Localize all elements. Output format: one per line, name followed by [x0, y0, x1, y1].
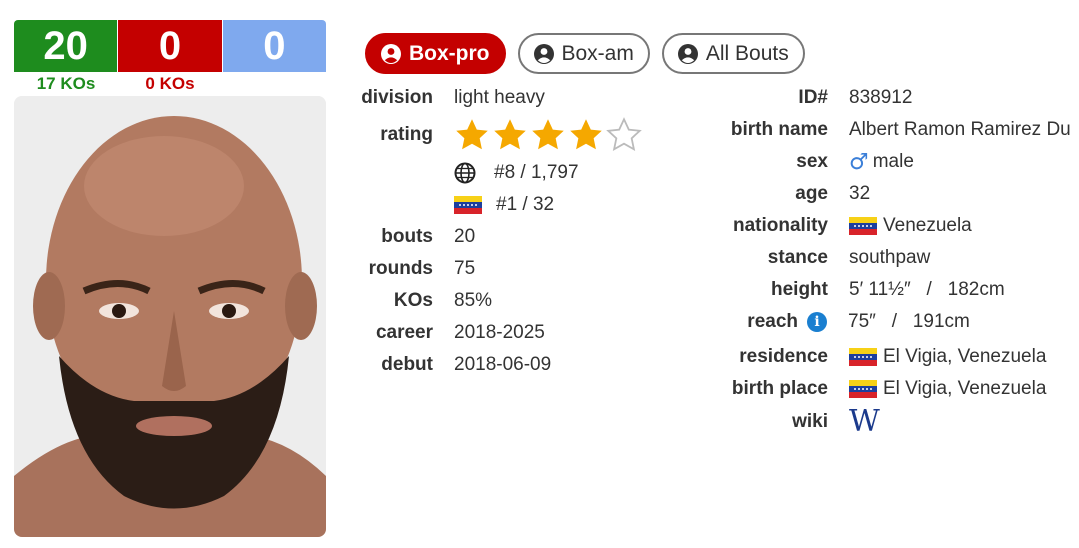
bouts-value: 20	[454, 226, 476, 247]
age-label: age	[795, 183, 828, 204]
star-filled-icon	[456, 119, 488, 150]
rating-label: rating	[380, 124, 433, 145]
birth-place-value: El Vigia, Venezuela	[883, 378, 1047, 399]
draw-kos-empty	[222, 74, 326, 94]
row-rating: rating	[340, 117, 660, 153]
sex-value: male	[872, 151, 914, 172]
row-birth-name: birth name Albert Ramon Ramirez Du	[680, 115, 1079, 145]
male-symbol-icon: ♂	[849, 149, 869, 175]
row-age: age 32	[680, 179, 1079, 209]
age-value: 32	[849, 183, 871, 204]
nationality-value: Venezuela	[883, 215, 972, 236]
win-kos: 17 KOs	[36, 74, 96, 93]
star-empty-icon	[606, 117, 642, 151]
wiki-label: wiki	[792, 411, 828, 432]
ko-summary: 17 KOs 0 KOs	[14, 74, 326, 94]
debut-value: 2018-06-09	[454, 354, 552, 375]
reach-label: reach	[747, 311, 798, 332]
row-rounds: rounds 75	[340, 254, 660, 284]
globe-icon	[454, 162, 476, 184]
height-label: height	[771, 279, 828, 300]
stance-value: southpaw	[849, 247, 931, 268]
birth-name-value: Albert Ramon Ramirez Du	[849, 119, 1071, 140]
stance-label: stance	[767, 247, 828, 268]
info-icon[interactable]: i	[807, 312, 827, 332]
sex-label: sex	[796, 151, 828, 172]
tab-box-am-label: Box-am	[561, 41, 634, 65]
row-division: division light heavy	[340, 83, 660, 113]
row-career: career 2018-2025	[340, 318, 660, 348]
row-height: height 5′ 11½″ / 182cm	[680, 275, 1079, 305]
star-filled-icon	[494, 119, 526, 150]
loss-kos: 0 KOs	[145, 74, 195, 93]
residence-label: residence	[739, 346, 828, 367]
reach-value: 75″ / 191cm	[848, 311, 970, 332]
tab-all-bouts-label: All Bouts	[705, 41, 789, 65]
rating-stars	[454, 117, 644, 153]
tab-box-pro-label: Box-pro	[409, 41, 490, 65]
row-bouts: bouts 20	[340, 222, 660, 252]
career-label: career	[375, 322, 433, 343]
tab-box-am[interactable]: Box-am	[517, 33, 650, 74]
kos-value: 85%	[454, 290, 493, 311]
nationality-label: nationality	[732, 215, 828, 236]
venezuela-flag-icon	[849, 216, 877, 236]
row-birth-place: birth place El Vigia, Venezuela	[680, 374, 1079, 404]
star-filled-icon	[570, 119, 602, 150]
row-country-rank: #1 / 32	[454, 190, 654, 220]
row-world-rank: #8 / 1,797	[454, 158, 654, 188]
losses-count: 0	[117, 20, 223, 72]
row-id: ID# 838912	[680, 83, 1079, 113]
venezuela-flag-icon	[849, 347, 877, 367]
row-sex: sex ♂ male	[680, 147, 1079, 177]
id-value: 838912	[849, 87, 913, 108]
debut-label: debut	[381, 354, 433, 375]
row-stance: stance southpaw	[680, 243, 1079, 273]
user-circle-icon	[533, 43, 554, 64]
row-nationality: nationality Venezuela	[680, 211, 1079, 241]
venezuela-flag-icon	[849, 379, 877, 399]
world-rank-value: #8 / 1,797	[494, 162, 579, 183]
venezuela-flag-icon	[454, 195, 482, 215]
user-circle-icon	[381, 43, 401, 64]
user-circle-icon	[677, 43, 698, 64]
draws-count: 0	[222, 20, 326, 72]
country-rank-value: #1 / 32	[496, 194, 555, 215]
kos-label: KOs	[393, 290, 433, 311]
bouts-label: bouts	[381, 226, 433, 247]
record-summary: 20 0 0	[14, 20, 326, 72]
tab-all-bouts[interactable]: All Bouts	[661, 33, 805, 74]
rounds-label: rounds	[368, 258, 433, 279]
row-reach: reach i 75″ / 191cm	[680, 307, 1079, 337]
career-value: 2018-2025	[454, 322, 545, 343]
division-value: light heavy	[454, 87, 545, 108]
tab-box-pro[interactable]: Box-pro	[365, 33, 506, 74]
id-label: ID#	[798, 87, 828, 108]
row-wiki: wiki W	[680, 407, 1079, 437]
residence-value: El Vigia, Venezuela	[883, 346, 1047, 367]
row-kos: KOs 85%	[340, 286, 660, 316]
birth-place-label: birth place	[731, 378, 828, 399]
rounds-value: 75	[454, 258, 476, 279]
row-debut: debut 2018-06-09	[340, 350, 660, 380]
boxer-photo	[14, 96, 326, 537]
division-label: division	[361, 87, 433, 108]
bout-type-tabs: Box-pro Box-am All Bouts	[365, 33, 805, 74]
birth-name-label: birth name	[730, 119, 828, 140]
wikipedia-icon[interactable]: W	[849, 407, 880, 437]
star-filled-icon	[532, 119, 564, 150]
wins-count: 20	[14, 20, 118, 72]
height-value: 5′ 11½″ / 182cm	[849, 279, 1005, 300]
row-residence: residence El Vigia, Venezuela	[680, 342, 1079, 372]
